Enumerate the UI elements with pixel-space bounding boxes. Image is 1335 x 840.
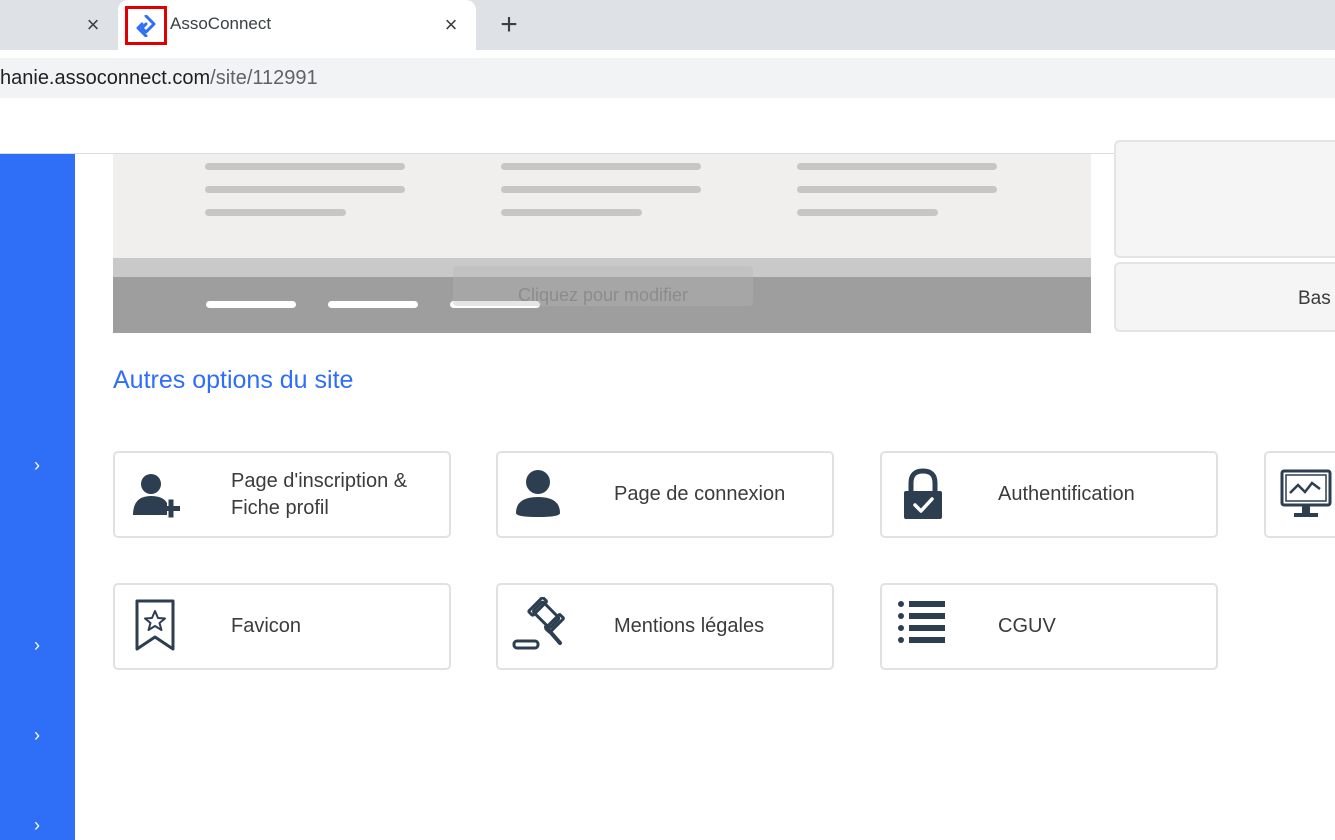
chevron-right-icon[interactable]: ›: [26, 814, 48, 836]
option-card-authentification[interactable]: Authentification: [880, 451, 1218, 538]
placeholder-line: [205, 186, 405, 193]
option-card-connexion[interactable]: Page de connexion: [496, 451, 834, 538]
close-icon[interactable]: ×: [440, 14, 462, 36]
list-icon: [898, 601, 945, 643]
url-input[interactable]: hanie.assoconnect.com/site/112991: [0, 58, 1335, 98]
option-card-label: Mentions légales: [614, 615, 765, 637]
placeholder-line: [501, 209, 642, 216]
lock-check-icon: [904, 468, 942, 519]
placeholder-line: [797, 163, 997, 170]
right-card-label: Bas: [1298, 288, 1331, 309]
tab-previous[interactable]: ×: [0, 0, 118, 50]
option-card-label: Page d'inscription & Fiche profil: [231, 469, 408, 519]
assoconnect-logo-icon: [136, 15, 156, 37]
placeholder-line: [797, 209, 938, 216]
sidebar: › › › ›: [0, 154, 75, 840]
chevron-right-icon[interactable]: ›: [26, 454, 48, 476]
option-card-inscription[interactable]: Page d'inscription & Fiche profil: [113, 451, 451, 538]
placeholder-line: [501, 186, 701, 193]
close-icon[interactable]: ×: [82, 14, 104, 36]
url-text: hanie.assoconnect.com/site/112991: [0, 67, 318, 90]
site-preview[interactable]: Cliquez pour modifier: [113, 154, 1091, 333]
option-card-label: Favicon: [231, 615, 302, 637]
new-tab-button[interactable]: +: [494, 10, 524, 40]
option-card-label: CGUV: [998, 615, 1056, 637]
placeholder-line: [328, 301, 418, 308]
tab-assoconnect[interactable]: AssoConnect ×: [118, 0, 476, 50]
placeholder-line: [797, 186, 997, 193]
chevron-right-icon[interactable]: ›: [26, 634, 48, 656]
option-card-label: Page de connexion: [614, 483, 786, 505]
placeholder-line: [205, 209, 346, 216]
edit-overlay-label[interactable]: Cliquez pour modifier: [453, 266, 753, 306]
address-bar: hanie.assoconnect.com/site/112991: [0, 50, 1335, 104]
tab-title: AssoConnect: [170, 14, 272, 33]
user-icon: [516, 470, 560, 517]
bookmark-star-icon: [135, 599, 175, 651]
user-plus-icon: [133, 474, 180, 518]
gavel-icon: [512, 597, 565, 650]
option-card-favicon[interactable]: Favicon: [113, 583, 451, 670]
placeholder-line: [206, 301, 296, 308]
chevron-right-icon[interactable]: ›: [26, 724, 48, 746]
right-card[interactable]: [1114, 140, 1335, 258]
option-card-label: Authentification: [998, 483, 1135, 505]
tab-strip: × AssoConnect × +: [0, 0, 1335, 50]
placeholder-line: [501, 163, 701, 170]
option-card-cguv[interactable]: CGUV: [880, 583, 1218, 670]
browser-window: × AssoConnect × + hanie.assoconnect.com/…: [0, 0, 1335, 840]
option-card-monitor[interactable]: [1264, 451, 1335, 538]
placeholder-line: [205, 163, 405, 170]
monitor-chart-icon: [1280, 469, 1332, 517]
section-title: Autres options du site: [113, 366, 354, 394]
url-host: hanie.assoconnect.com: [0, 67, 211, 89]
url-path: /site/112991: [210, 67, 318, 89]
favicon-highlight: [125, 6, 167, 45]
right-card-bottom[interactable]: Bas: [1114, 262, 1335, 332]
option-card-mentions-legales[interactable]: Mentions légales: [496, 583, 834, 670]
